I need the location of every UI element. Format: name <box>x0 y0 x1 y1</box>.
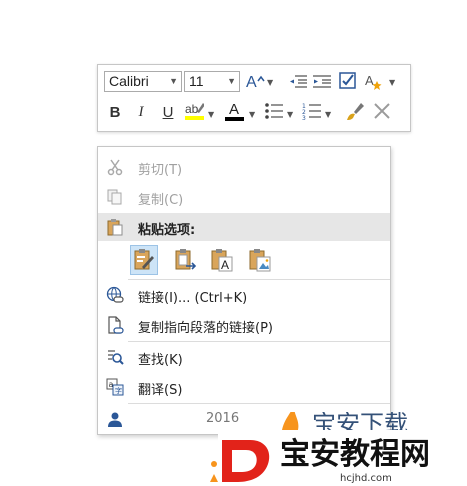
font-name-value: Calibri <box>109 73 149 89</box>
font-size-combo[interactable]: 11 ▼ <box>184 71 240 92</box>
font-size-value: 11 <box>189 73 204 89</box>
menu-separator <box>128 341 390 342</box>
document-link-icon <box>108 316 124 334</box>
chevron-down-icon: ▼ <box>227 76 236 86</box>
svg-text:字: 字 <box>115 386 122 395</box>
clear-formatting-button[interactable] <box>372 101 392 121</box>
menu-separator <box>128 403 390 404</box>
watermark-overlay: 宝安下载 宝安教程网 hcjhd.com <box>210 412 467 486</box>
font-name-combo[interactable]: Calibri ▼ <box>104 71 182 92</box>
grow-font-button[interactable]: A <box>245 71 265 91</box>
translate-icon: a 字 <box>106 378 124 396</box>
menu-item-link[interactable]: 链接(I)... (Ctrl+K) <box>98 281 390 309</box>
checkbox-icon <box>339 72 356 89</box>
italic-button[interactable]: I <box>131 102 151 122</box>
paste-merge-icon <box>175 249 197 270</box>
menu-item-copy-paragraph-link[interactable]: 复制指向段落的链接(P) <box>98 311 390 339</box>
font-color-label: A <box>229 101 239 118</box>
chevron-down-icon[interactable]: ▼ <box>249 110 255 119</box>
menu-item-copy[interactable]: 复制(C) <box>98 183 390 211</box>
clipboard-icon <box>107 219 123 236</box>
search-icon <box>108 350 124 365</box>
chevron-down-icon[interactable]: ▼ <box>389 78 395 87</box>
increase-indent-button[interactable] <box>312 71 332 91</box>
font-color-icon: A <box>225 101 244 121</box>
menu-item-label: 查找(K) <box>138 353 183 368</box>
chevron-down-icon[interactable]: ▼ <box>267 78 273 87</box>
bold-button[interactable]: B <box>105 102 125 122</box>
menu-item-translate[interactable]: a 字 翻译(S) <box>98 373 390 401</box>
paste-text-only-icon: A <box>211 249 233 272</box>
paste-options-label: 粘贴选项: <box>138 223 196 238</box>
chevron-down-icon: ▼ <box>169 76 178 86</box>
style-sparkle-icon: A <box>365 73 382 90</box>
chevron-down-icon[interactable]: ▼ <box>208 110 214 119</box>
bullets-button[interactable] <box>264 101 284 121</box>
clear-x-icon <box>374 103 390 119</box>
paste-picture-button[interactable] <box>246 245 274 275</box>
decrease-indent-icon <box>290 75 307 88</box>
menu-item-label: 复制指向段落的链接(P) <box>138 321 273 336</box>
svg-text:A: A <box>365 73 374 88</box>
numbering-button[interactable]: 1 2 3 <box>302 101 322 121</box>
paste-picture-icon <box>249 249 271 272</box>
decrease-indent-button[interactable] <box>288 71 308 91</box>
paste-options-header: 粘贴选项: <box>98 213 390 241</box>
font-color-button[interactable]: A <box>224 101 244 121</box>
highlighter-icon: ab <box>185 102 204 120</box>
svg-text:ab: ab <box>185 102 199 116</box>
mini-toolbar: Calibri ▼ 11 ▼ A ▼ A ▼ B I U ab ▼ A ▼ ▼ … <box>97 64 411 132</box>
paste-keep-source-formatting-button[interactable] <box>130 245 158 275</box>
menu-item-cut[interactable]: 剪切(T) <box>98 153 390 181</box>
styles-button[interactable] <box>338 71 358 91</box>
paintbrush-icon <box>347 103 364 120</box>
svg-text:A: A <box>246 74 257 90</box>
bullets-icon <box>265 103 283 119</box>
menu-item-label: 翻译(S) <box>138 383 183 398</box>
watermark-title: 宝安教程网 <box>280 437 430 472</box>
paste-merge-formatting-button[interactable] <box>172 245 200 275</box>
underline-button[interactable]: U <box>158 102 178 122</box>
menu-item-label: 链接(I)... (Ctrl+K) <box>138 291 248 306</box>
context-menu: 剪切(T) 复制(C) 粘贴选项: A 链接(I)... (Ctrl+K) 复制… <box>97 146 391 435</box>
paste-keep-text-only-button[interactable]: A <box>208 245 236 275</box>
format-painter-button[interactable] <box>344 101 364 121</box>
svg-text:3: 3 <box>302 115 306 121</box>
menu-item-find[interactable]: 查找(K) <box>98 343 390 371</box>
grow-font-icon: A <box>246 74 265 90</box>
menu-item-label: 复制(C) <box>138 193 184 208</box>
style-gallery-button[interactable]: A <box>364 71 384 91</box>
menu-separator <box>128 279 390 280</box>
increase-indent-icon <box>313 75 331 88</box>
watermark-url: hcjhd.com <box>340 473 392 484</box>
chevron-down-icon[interactable]: ▼ <box>325 110 331 119</box>
highlight-button[interactable]: ab <box>184 101 204 121</box>
svg-text:A: A <box>221 258 229 272</box>
numbering-icon: 1 2 3 <box>302 103 321 121</box>
paste-keep-source-icon <box>134 249 154 270</box>
user-icon <box>108 412 122 427</box>
copy-icon <box>107 189 122 205</box>
scissors-icon <box>107 159 123 176</box>
link-globe-icon <box>106 286 124 303</box>
menu-item-label: 剪切(T) <box>138 163 183 178</box>
chevron-down-icon[interactable]: ▼ <box>287 110 293 119</box>
